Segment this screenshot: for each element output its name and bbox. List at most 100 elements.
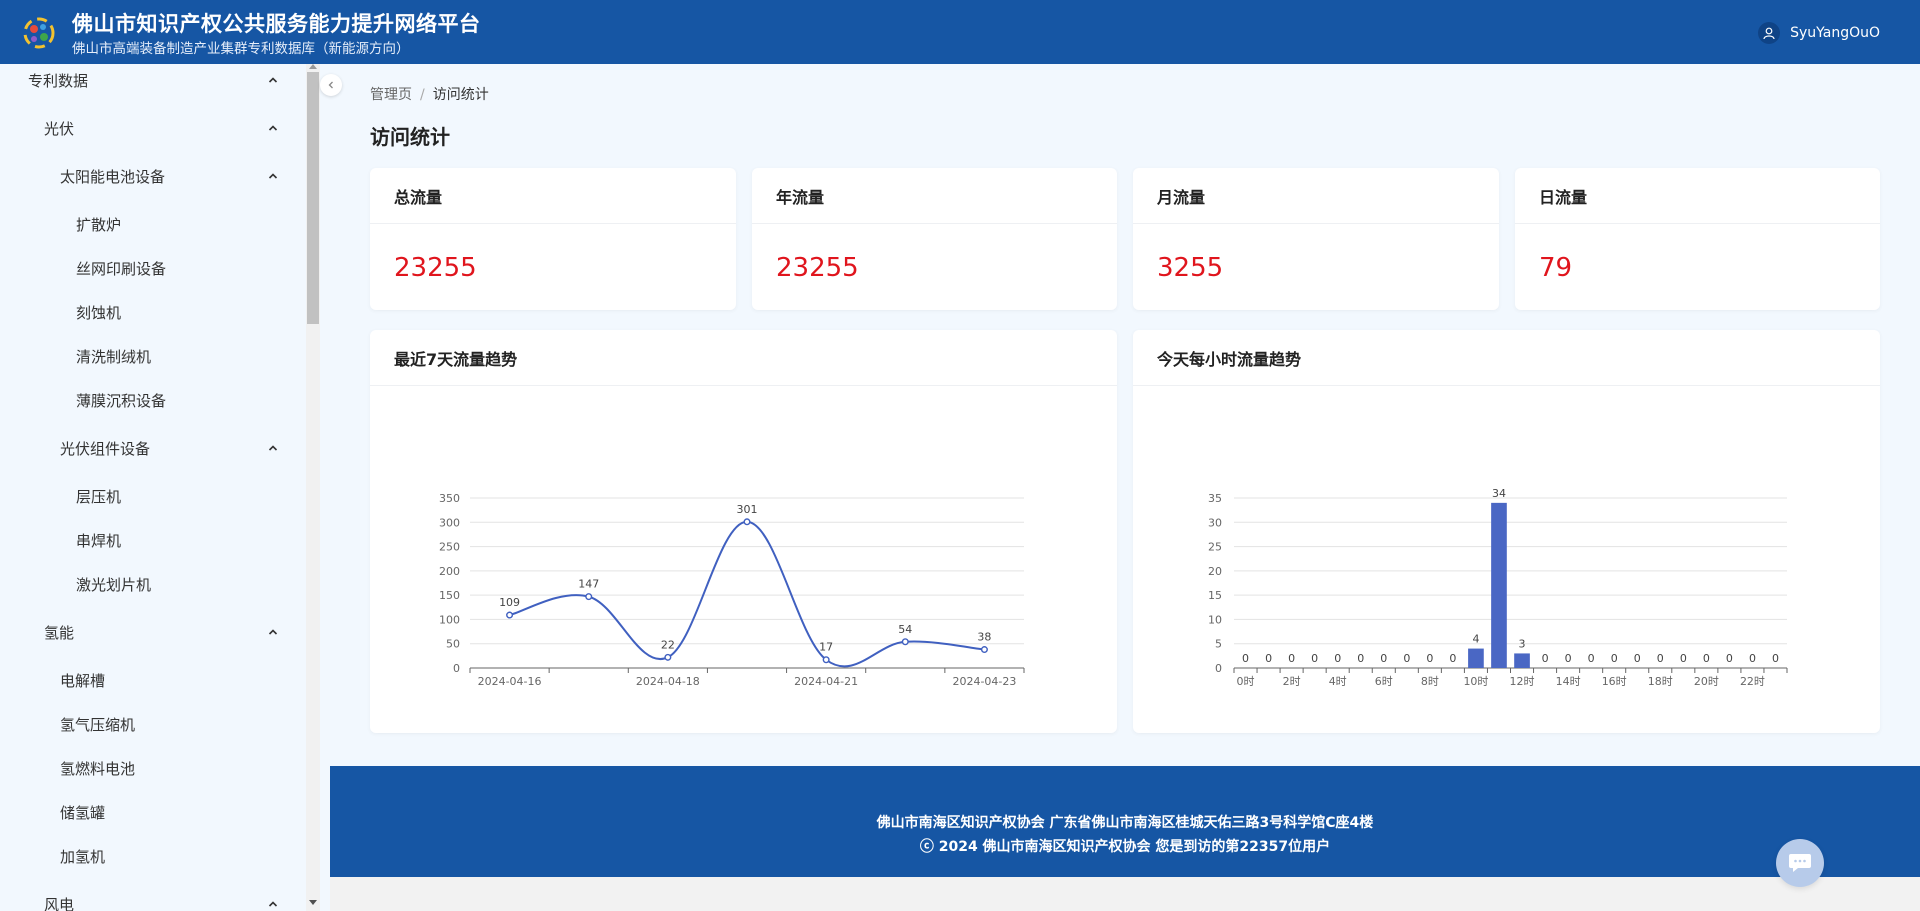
y-tick-label: 100: [439, 613, 460, 626]
data-label: 109: [499, 596, 520, 609]
x-tick-label: 16时: [1602, 675, 1627, 688]
sidebar-item[interactable]: 氢燃料电池: [0, 746, 290, 790]
sidebar-item-label: 薄膜沉积设备: [76, 391, 167, 410]
x-tick-label: 22时: [1740, 675, 1765, 688]
bar: [1491, 502, 1507, 668]
y-tick-label: 350: [439, 492, 460, 505]
y-tick-label: 250: [439, 541, 460, 554]
sidebar-item[interactable]: 激光划片机: [0, 562, 290, 606]
sidebar-item[interactable]: 加氢机: [0, 834, 290, 878]
sidebar-item-label: 储氢罐: [60, 803, 106, 822]
x-tick-label: 2时: [1283, 675, 1301, 688]
data-label: 301: [737, 503, 758, 516]
sidebar-item[interactable]: 刻蚀机: [0, 290, 290, 334]
sidebar-item-label: 光伏: [44, 119, 75, 138]
data-label: 38: [977, 631, 991, 644]
stat-card-value: 3255: [1157, 253, 1224, 283]
sidebar-item[interactable]: 层压机: [0, 474, 290, 518]
y-tick-label: 10: [1208, 613, 1222, 626]
sidebar-item[interactable]: 储氢罐: [0, 790, 290, 834]
user-icon: [1758, 22, 1781, 44]
sidebar-item-label: 电解槽: [60, 671, 106, 690]
sidebar-item[interactable]: 丝网印刷设备: [0, 246, 290, 290]
sidebar-item[interactable]: 氢能: [0, 610, 290, 654]
x-tick-label: 12时: [1510, 675, 1535, 688]
breadcrumb-current: 访问统计: [432, 87, 489, 103]
sidebar-item[interactable]: 光伏: [0, 106, 290, 150]
y-tick-label: 0: [453, 662, 460, 675]
data-label: 0: [1311, 652, 1318, 665]
data-label: 0: [1703, 652, 1710, 665]
data-point: [506, 611, 514, 619]
data-label: 0: [1242, 652, 1249, 665]
sidebar-scrollbar-thumb[interactable]: [307, 72, 319, 324]
page-title: 访问统计: [370, 125, 450, 149]
sidebar-item[interactable]: 薄膜沉积设备: [0, 378, 290, 422]
sidebar-item[interactable]: 扩散炉: [0, 202, 290, 246]
sidebar-item[interactable]: 串焊机: [0, 518, 290, 562]
hourly-trend-chart: 051015202530350 0 0 0 0 0 0 0 0 043430 0 0 0 0 0 0 0 0 0 00…: [1208, 487, 1788, 688]
y-tick-label: 25: [1208, 541, 1222, 554]
data-point: [743, 518, 751, 526]
y-tick-label: 0: [1215, 662, 1222, 675]
chevron-up-icon: [268, 445, 278, 451]
weekly-trend-title: 最近7天流量趋势: [370, 330, 1117, 386]
data-label: 17: [819, 641, 833, 654]
series-line: [509, 520, 985, 668]
breadcrumb-home-link[interactable]: 管理页: [370, 87, 412, 103]
sidebar-item[interactable]: 专利数据: [0, 64, 290, 102]
stat-card-label: 总流量: [370, 168, 736, 224]
data-label: 0: [1588, 652, 1595, 665]
sidebar-item-label: 丝网印刷设备: [76, 259, 167, 278]
footer-copyright: ⓒ 2024 佛山市南海区知识产权协会 您是到访的第22357位用户: [919, 839, 1331, 855]
sidebar-item[interactable]: 氢气压缩机: [0, 702, 290, 746]
hourly-trend-title: 今天每小时流量趋势: [1133, 330, 1880, 386]
bar: [1468, 648, 1484, 668]
username: SyuYangOuO: [1790, 25, 1880, 41]
y-tick-label: 50: [446, 638, 460, 651]
y-tick-label: 35: [1208, 492, 1222, 505]
user-menu[interactable]: SyuYangOuO: [1758, 22, 1880, 44]
scroll-up-arrow-icon[interactable]: [309, 64, 317, 69]
stat-card-value: 79: [1539, 253, 1573, 283]
y-tick-label: 300: [439, 516, 460, 529]
sidebar-item[interactable]: 光伏组件设备: [0, 426, 290, 470]
data-label: 0: [1265, 652, 1272, 665]
weekly-trend-card: 最近7天流量趋势 0 50 100 150 200 250 300 350 109 147 22 30…: [370, 330, 1117, 733]
data-label: 0: [1380, 652, 1387, 665]
chat-button[interactable]: [1776, 839, 1824, 887]
sidebar-item-label: 太阳能电池设备: [60, 167, 166, 186]
data-point: [585, 593, 593, 601]
data-label: 3: [1519, 637, 1526, 650]
stat-card-label: 日流量: [1515, 168, 1880, 224]
collapse-sidebar-button[interactable]: [320, 74, 342, 96]
stat-card-label: 年流量: [752, 168, 1117, 224]
x-tick-label: 0时: [1237, 675, 1255, 688]
sidebar-item-label: 加氢机: [60, 847, 106, 866]
sidebar-item[interactable]: 电解槽: [0, 658, 290, 702]
stat-card-year: 年流量 23255: [752, 168, 1117, 310]
scroll-down-arrow-icon[interactable]: [309, 900, 317, 905]
y-tick-label: 5: [1215, 638, 1222, 651]
sidebar-item-label: 专利数据: [28, 71, 89, 90]
data-label: 0: [1334, 652, 1341, 665]
x-tick-label: 10时: [1463, 675, 1488, 688]
x-tick-label: 2024-04-16: [478, 675, 542, 688]
sidebar-item-label: 串焊机: [76, 531, 122, 550]
stat-card-total: 总流量 23255: [370, 168, 736, 310]
site-logo-icon[interactable]: [22, 16, 56, 50]
sidebar-item[interactable]: 风电: [0, 882, 290, 911]
sidebar-item[interactable]: 清洗制绒机: [0, 334, 290, 378]
chevron-up-icon: [268, 125, 278, 131]
sidebar-item-label: 风电: [44, 895, 75, 911]
sidebar-item-label: 扩散炉: [76, 215, 122, 234]
sidebar-item-label: 氢能: [44, 623, 75, 642]
x-tick-label: 2024-04-23: [952, 675, 1016, 688]
sidebar-item[interactable]: 太阳能电池设备: [0, 154, 290, 198]
data-label: 4: [1472, 633, 1479, 646]
chevron-up-icon: [268, 901, 278, 907]
data-label: 0: [1449, 652, 1456, 665]
chevron-left-icon: [328, 81, 333, 89]
data-label: 147: [578, 578, 599, 591]
data-label: 0: [1403, 652, 1410, 665]
